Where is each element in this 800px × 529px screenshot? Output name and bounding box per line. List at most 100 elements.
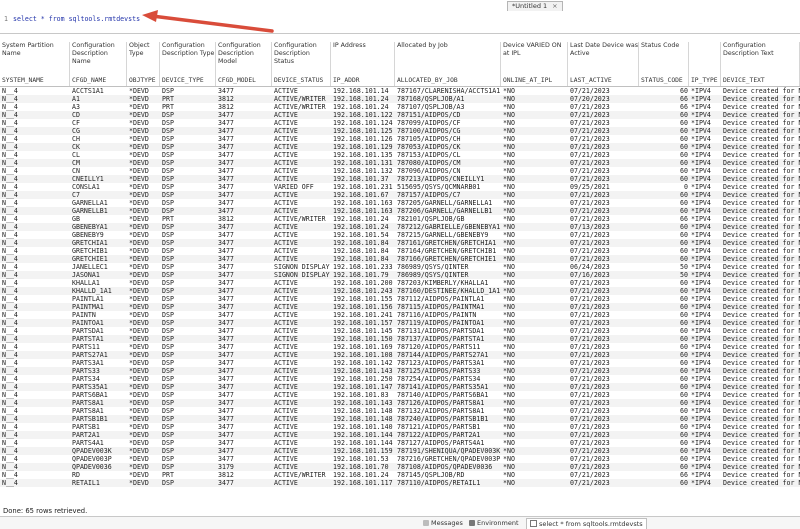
table-row[interactable]: N__4 PART2A1 *DEVD DSP 3477 ACTIVE 192.168.101… <box>0 431 800 439</box>
column-header[interactable]: System Partition Name SYSTEM_NAME <box>0 42 70 86</box>
table-row[interactable]: N__4 KHALLA1 *DEVD DSP 3477 ACTIVE 192.168.101… <box>0 279 800 287</box>
column-header[interactable]: Configuration Description Text DEVICE_TEX… <box>721 42 800 86</box>
table-row[interactable]: N__4 QPADEV003P *DEVD DSP 3477 ACTIVE 192.168.… <box>0 455 800 463</box>
table-cell: 07/21/2023 <box>570 343 610 351</box>
table-cell: 60 <box>680 407 688 415</box>
table-row[interactable]: N__4 PAINTMA1 *DEVD DSP 3477 ACTIVE 192.168.10… <box>0 303 800 311</box>
column-header[interactable]: Configuration Description Status DEVICE_S… <box>272 42 331 86</box>
table-cell: ACTIVE <box>274 447 298 455</box>
table-cell: Device created for N <box>723 359 800 367</box>
table-row[interactable]: N__4 PARTS4A1 *DEVD DSP 3477 ACTIVE 192.168.10… <box>0 439 800 447</box>
table-row[interactable]: N__4 PARTS8A1 *DEVD DSP 3477 ACTIVE 192.168.10… <box>0 407 800 415</box>
table-row[interactable]: N__4 A1 *DEVD PRT 3812 ACTIVE/WRITER 192.168.1… <box>0 95 800 103</box>
table-row[interactable]: N__4 PARTS11 *DEVD DSP 3477 ACTIVE 192.168.101… <box>0 343 800 351</box>
line-number: 1 <box>4 15 8 23</box>
table-cell: 787213/AIDPOS/CNEILLY1 <box>397 175 485 183</box>
table-row[interactable]: N__4 CM *DEVD DSP 3477 ACTIVE 192.168.101.131 7… <box>0 159 800 167</box>
table-cell: Device created for N <box>723 127 800 135</box>
table-cell: 3477 <box>218 151 234 159</box>
table-row[interactable]: N__4 CNEILLY1 *DEVD DSP 3477 ACTIVE 192.168.10… <box>0 175 800 183</box>
table-cell: DSP <box>162 135 174 143</box>
table-row[interactable]: N__4 PAINTOA1 *DEVD DSP 3477 ACTIVE 192.168.10… <box>0 319 800 327</box>
table-cell: DSP <box>162 247 174 255</box>
table-row[interactable]: N__4 RETAIL1 *DEVD DSP 3477 ACTIVE 192.168.101… <box>0 479 800 487</box>
table-row[interactable]: N__4 GBENEBY9 *DEVD DSP 3477 ACTIVE 192.168.10… <box>0 231 800 239</box>
table-row[interactable]: N__4 JANELLEC1 *DEVD DSP 3477 SIGNON DISPLAY 1… <box>0 263 800 271</box>
column-system-name: ALLOCATED_BY_JOB <box>397 77 458 84</box>
table-row[interactable]: N__4 CG *DEVD DSP 3477 ACTIVE 192.168.101.125 7… <box>0 127 800 135</box>
table-row[interactable]: N__4 CK *DEVD DSP 3477 ACTIVE 192.168.101.129 7… <box>0 143 800 151</box>
table-row[interactable]: N__4 GARNELLA1 *DEVD DSP 3477 ACTIVE 192.168.1… <box>0 199 800 207</box>
table-row[interactable]: N__4 PARTS3A1 *DEVD DSP 3477 ACTIVE 192.168.10… <box>0 359 800 367</box>
tab-environment[interactable]: Environment <box>466 518 522 528</box>
table-cell: 60 <box>680 431 688 439</box>
table-row[interactable]: N__4 CH *DEVD DSP 3477 ACTIVE 192.168.101.126 7… <box>0 135 800 143</box>
tab-query-result[interactable]: select * from sqltools.rmtdevsts <box>526 518 647 529</box>
table-row[interactable]: N__4 PARTS6BA1 *DEVD DSP 3477 ACTIVE 192.168.1… <box>0 391 800 399</box>
table-cell: Device created for N <box>723 383 800 391</box>
table-cell: *NO <box>503 167 515 175</box>
table-row[interactable]: N__4 PARTSTA1 *DEVD DSP 3477 ACTIVE 192.168.10… <box>0 335 800 343</box>
table-cell: 60 <box>680 255 688 263</box>
column-header[interactable]: Configuration Description Model CFGD_MODE… <box>216 42 272 86</box>
table-row[interactable]: N__4 PARTSDA1 *DEVD DSP 3477 ACTIVE 192.168.10… <box>0 327 800 335</box>
close-icon[interactable]: × <box>552 2 557 10</box>
table-row[interactable]: N__4 QPADEV003K *DEVD DSP 3477 ACTIVE 192.168.… <box>0 447 800 455</box>
table-row[interactable]: N__4 GRETCHIA1 *DEVD DSP 3477 ACTIVE 192.168.1… <box>0 239 800 247</box>
table-row[interactable]: N__4 CF *DEVD DSP 3477 ACTIVE 192.168.101.124 7… <box>0 119 800 127</box>
column-header[interactable]: Object Type OBJTYPE <box>127 42 160 86</box>
table-row[interactable]: N__4 PARTS35A1 *DEVD DSP 3477 ACTIVE 192.168.1… <box>0 383 800 391</box>
table-cell: 787127/AIDPOS/PARTS4A1 <box>397 439 485 447</box>
table-row[interactable]: N__4 CD *DEVD DSP 3477 ACTIVE 192.168.101.122 7… <box>0 111 800 119</box>
table-row[interactable]: N__4 GBENEBYA1 *DEVD DSP 3477 ACTIVE 192.168.1… <box>0 223 800 231</box>
table-cell: PARTS34 <box>72 375 100 383</box>
table-row[interactable]: N__4 GRETCHIE1 *DEVD DSP 3477 ACTIVE 192.168.1… <box>0 255 800 263</box>
table-row[interactable]: N__4 ACCTS1A1 *DEVD DSP 3477 ACTIVE 192.168.10… <box>0 87 800 95</box>
table-row[interactable]: N__4 PARTS8A1 *DEVD DSP 3477 ACTIVE 192.168.10… <box>0 399 800 407</box>
table-cell: ACTIVE <box>274 239 298 247</box>
table-cell: 787121/AIDPOS/PARTSB1 <box>397 423 481 431</box>
table-row[interactable]: N__4 GB *DEVD PRT 3812 ACTIVE/WRITER 192.168.1… <box>0 215 800 223</box>
sql-statement[interactable]: select * from sqltools.rmtdevsts <box>13 15 140 23</box>
column-header[interactable]: Device VARIED ON at IPL ONLINE_AT_IPL <box>501 42 568 86</box>
sql-editor[interactable]: 1 select * from sqltools.rmtdevsts <box>0 11 800 34</box>
table-row[interactable]: N__4 C7 *DEVD DSP 3477 ACTIVE 192.168.101.67 78… <box>0 191 800 199</box>
column-header[interactable]: Configuration Description Name CFGD_NAME <box>70 42 127 86</box>
table-cell: Device created for N <box>723 287 800 295</box>
table-row[interactable]: N__4 CN *DEVD DSP 3477 ACTIVE 192.168.101.132 7… <box>0 167 800 175</box>
column-header[interactable]: Last Date Device was Active LAST_ACTIVE <box>568 42 639 86</box>
table-row[interactable]: N__4 CL *DEVD DSP 3477 ACTIVE 192.168.101.135 7… <box>0 151 800 159</box>
table-cell: QPADEV003P <box>72 455 112 463</box>
table-row[interactable]: N__4 CONSLA1 *DEVD DSP 3477 VARIED OFF 192.168… <box>0 183 800 191</box>
column-header[interactable]: Configuration Description Type DEVICE_TYP… <box>160 42 216 86</box>
tab-messages[interactable]: Messages <box>420 518 466 528</box>
column-header[interactable]: Allocated by Job ALLOCATED_BY_JOB <box>395 42 501 86</box>
table-row[interactable]: N__4 GRETCHIB1 *DEVD DSP 3477 ACTIVE 192.168.1… <box>0 247 800 255</box>
table-cell: *NO <box>503 287 515 295</box>
table-row[interactable]: N__4 A3 *DEVD PRT 3812 ACTIVE/WRITER 192.168.1… <box>0 103 800 111</box>
table-cell: 07/21/2023 <box>570 295 610 303</box>
editor-tab-untitled[interactable]: *Untitled 1 × <box>507 1 563 11</box>
results-grid[interactable]: System Partition Name SYSTEM_NAME Configur… <box>0 40 800 506</box>
table-row[interactable]: N__4 PARTSB1 *DEVD DSP 3477 ACTIVE 192.168.101… <box>0 423 800 431</box>
column-header[interactable]: Status Code STATUS_CODE <box>639 42 689 86</box>
table-row[interactable]: N__4 KHALLD_1A1 *DEVD DSP 3477 ACTIVE 192.168.… <box>0 287 800 295</box>
column-header[interactable]: IP Address IP_ADDR <box>331 42 395 86</box>
table-row[interactable]: N__4 PAINTN *DEVD DSP 3477 ACTIVE 192.168.101.… <box>0 311 800 319</box>
table-cell: 192.168.101.108 <box>333 351 393 359</box>
table-cell: *NO <box>503 103 515 111</box>
table-row[interactable]: N__4 JASONA1 *DEVD DSP 3477 SIGNON DISPLAY 192… <box>0 271 800 279</box>
table-row[interactable]: N__4 RD *DEVD PRT 3812 ACTIVE/WRITER 192.168.1… <box>0 471 800 479</box>
table-row[interactable]: N__4 PARTS34 *DEVD DSP 3477 ACTIVE 192.168.101… <box>0 375 800 383</box>
table-row[interactable]: N__4 PARTSB1B1 *DEVD DSP 3477 ACTIVE 192.168.1… <box>0 415 800 423</box>
table-row[interactable]: N__4 GARNELLB1 *DEVD DSP 3477 ACTIVE 192.168.1… <box>0 207 800 215</box>
table-row[interactable]: N__4 PARTS33 *DEVD DSP 3477 ACTIVE 192.168.101… <box>0 367 800 375</box>
table-row[interactable]: N__4 QPADEV0036 *DEVD DSP 3179 ACTIVE 192.168.… <box>0 463 800 471</box>
table-cell: Device created for N <box>723 111 800 119</box>
table-row[interactable]: N__4 PAINTLA1 *DEVD DSP 3477 ACTIVE 192.168.10… <box>0 295 800 303</box>
table-cell: 3477 <box>218 167 234 175</box>
table-row[interactable]: N__4 PARTS27A1 *DEVD DSP 3477 ACTIVE 192.168.1… <box>0 351 800 359</box>
table-cell: 60 <box>680 151 688 159</box>
table-cell: 07/21/2023 <box>570 303 610 311</box>
column-header[interactable]: IP_TYPE <box>689 42 721 86</box>
